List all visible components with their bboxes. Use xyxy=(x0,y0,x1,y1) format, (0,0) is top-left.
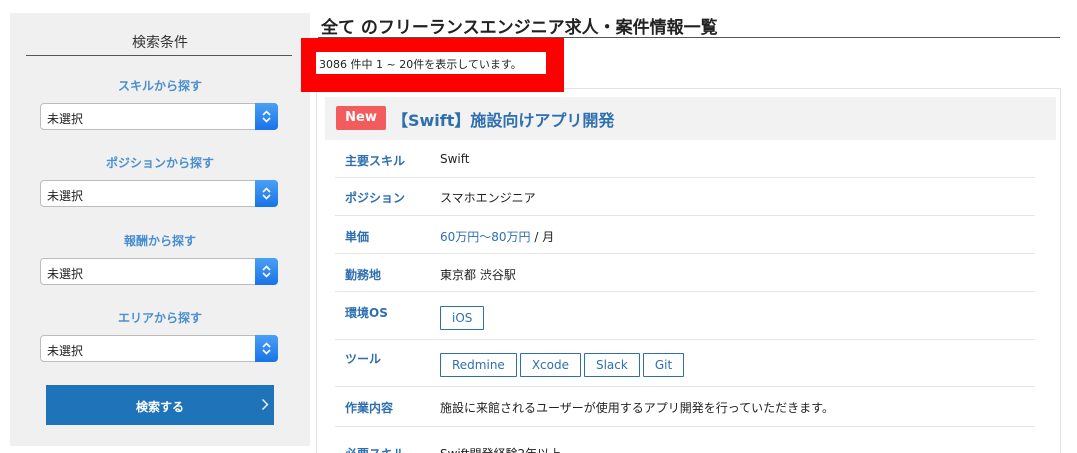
result-count-highlight: 3086 件中 1 ~ 20件を表示しています。 xyxy=(301,38,564,92)
search-sidebar: 検索条件 スキルから探す 未選択 ポジションから探す 未選択 報酬から探す 未選… xyxy=(10,13,310,446)
position-row: ポジション スマホエンジニア xyxy=(335,178,1035,216)
select-arrows-icon xyxy=(255,258,278,285)
area-filter-label: エリアから探す xyxy=(117,311,202,325)
required-label: 必要スキル xyxy=(345,445,405,453)
env-row: 環境OS iOS xyxy=(335,292,1035,340)
location-row: 勤務地 東京都 渋谷駅 xyxy=(335,254,1035,292)
tool-tag[interactable]: Xcode xyxy=(519,353,581,377)
position-select[interactable]: 未選択 xyxy=(40,180,278,207)
price-amount: 60万円〜80万円 xyxy=(440,230,531,244)
skill-select[interactable]: 未選択 xyxy=(40,103,278,130)
price-label: 単価 xyxy=(345,230,370,244)
work-label: 作業内容 xyxy=(345,401,394,415)
location-label: 勤務地 xyxy=(345,268,382,282)
area-select[interactable]: 未選択 xyxy=(40,335,278,362)
search-button[interactable]: 検索する xyxy=(46,385,274,425)
price-unit: / 月 xyxy=(530,230,555,244)
skill-label: 主要スキル xyxy=(345,154,406,168)
page-title: 全て のフリーランスエンジニア求人・案件情報一覧 xyxy=(321,18,718,38)
select-arrows-icon xyxy=(255,335,278,362)
tool-tag[interactable]: Git xyxy=(642,353,685,377)
position-label: ポジション xyxy=(345,191,406,205)
tools-label: ツール xyxy=(345,352,382,366)
price-value: 60万円〜80万円 / 月 xyxy=(440,228,554,245)
area-select-value: 未選択 xyxy=(47,344,84,358)
env-label: 環境OS xyxy=(345,306,388,320)
search-button-label: 検索する xyxy=(135,400,184,414)
tools-tags: Redmine Xcode Slack Git xyxy=(440,353,687,377)
reward-filter-label: 報酬から探す xyxy=(123,234,196,248)
position-value: スマホエンジニア xyxy=(440,191,536,205)
chevron-right-icon xyxy=(261,398,269,414)
env-tag[interactable]: iOS xyxy=(440,306,485,330)
skill-row: 主要スキル Swift xyxy=(335,141,1035,178)
new-badge: New xyxy=(336,106,386,130)
job-card-header: New 【Swift】施設向けアプリ開発 xyxy=(325,97,1056,140)
work-row: 作業内容 施設に来館されるユーザーが使用するアプリ開発を行っていただきます。 xyxy=(335,387,1035,427)
tool-tag[interactable]: Redmine xyxy=(440,353,517,377)
position-filter-label: ポジションから探す xyxy=(105,156,214,170)
work-value: 施設に来館されるユーザーが使用するアプリ開発を行っていただきます。 xyxy=(440,401,834,415)
location-value: 東京都 渋谷駅 xyxy=(440,268,516,282)
result-count: 3086 件中 1 ~ 20件を表示しています。 xyxy=(319,58,522,71)
tools-row: ツール Redmine Xcode Slack Git xyxy=(335,340,1035,387)
skill-value: Swift xyxy=(440,152,470,166)
position-select-value: 未選択 xyxy=(47,189,84,203)
select-arrows-icon xyxy=(255,103,278,130)
select-arrows-icon xyxy=(255,180,278,207)
job-card: New 【Swift】施設向けアプリ開発 主要スキル Swift ポジション ス… xyxy=(316,88,1061,453)
reward-select-value: 未選択 xyxy=(47,267,84,281)
reward-select[interactable]: 未選択 xyxy=(40,258,278,285)
tool-tag[interactable]: Slack xyxy=(583,353,640,377)
skill-select-value: 未選択 xyxy=(47,112,84,126)
required-row: 必要スキル Swift開発経験2年以上 xyxy=(335,427,1035,453)
job-title-link[interactable]: 【Swift】施設向けアプリ開発 xyxy=(392,107,614,131)
required-value: Swift開発経験2年以上 xyxy=(440,445,561,453)
env-tags: iOS xyxy=(440,306,487,330)
sidebar-divider xyxy=(26,55,292,56)
result-count-box: 3086 件中 1 ~ 20件を表示しています。 xyxy=(316,52,546,74)
price-row: 単価 60万円〜80万円 / 月 xyxy=(335,216,1035,254)
skill-filter-label: スキルから探す xyxy=(117,79,202,93)
sidebar-title: 検索条件 xyxy=(132,35,188,51)
